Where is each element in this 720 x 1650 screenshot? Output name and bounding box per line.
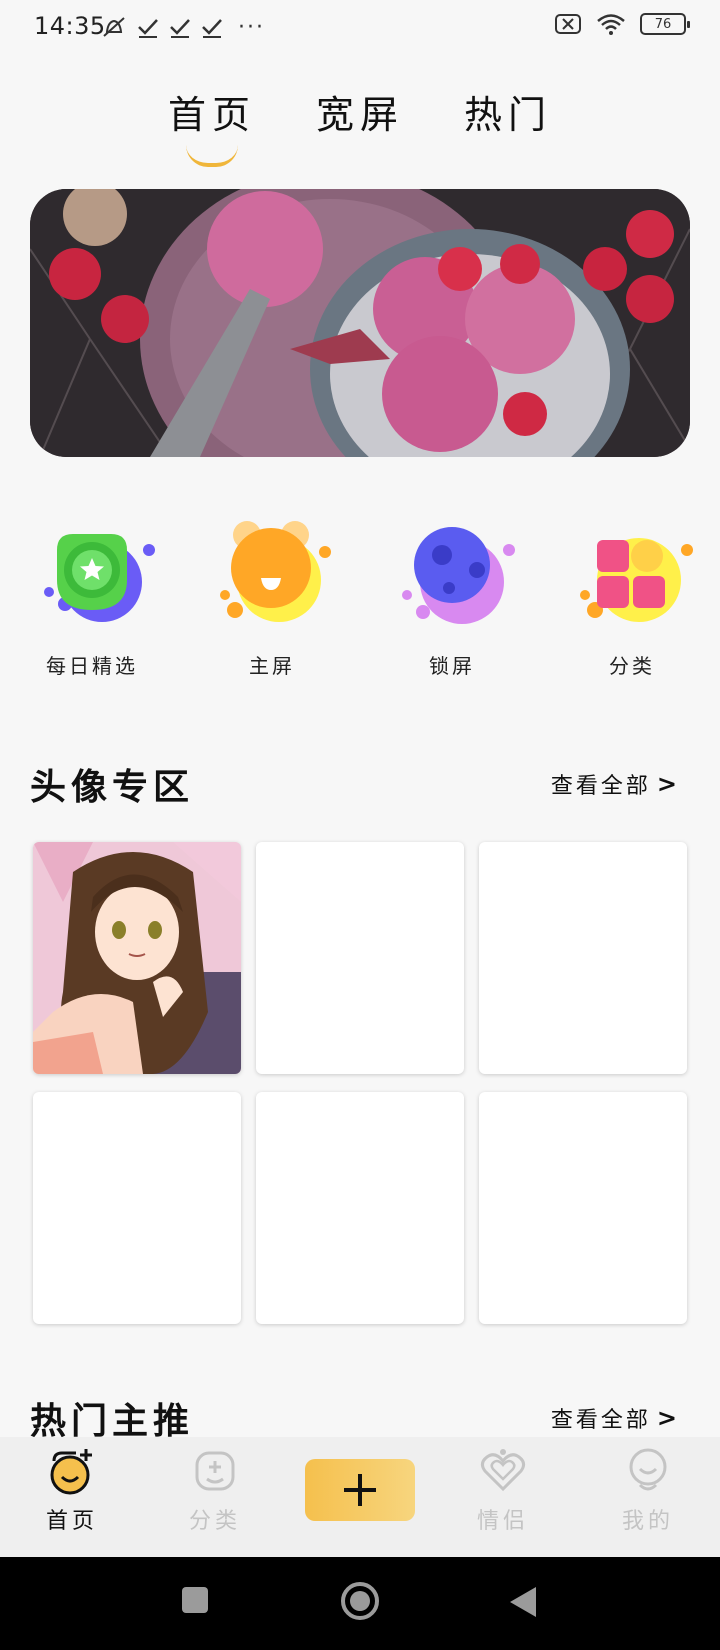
category-row: 每日精选 主屏 锁屏 分类 (0, 520, 720, 700)
avatar-thumbnail[interactable] (256, 1092, 464, 1324)
nav-label: 分类 (188, 1509, 241, 1534)
avatar-thumbnail[interactable] (256, 842, 464, 1074)
nav-home[interactable]: 首页 (12, 1447, 132, 1535)
smiley-bear-icon (220, 521, 331, 622)
category-label: 分类 (609, 654, 655, 678)
star-badge-icon (44, 534, 155, 622)
section-title: 头像专区 (30, 767, 195, 808)
avatar-thumbnail[interactable] (479, 1092, 687, 1324)
view-all-label: 查看全部 (550, 1408, 651, 1433)
mute-bell-icon (103, 17, 125, 37)
battery-indicator: 76 (640, 13, 690, 35)
status-bar: 14:35 ··· 76 (0, 0, 720, 56)
more-notifications: ··· (238, 14, 265, 40)
view-all-label: 查看全部 (550, 774, 651, 799)
smiley-plus-icon (50, 1449, 92, 1495)
system-nav-bar (0, 1557, 720, 1650)
recent-apps-button[interactable] (180, 1585, 210, 1615)
plus-icon (344, 1474, 376, 1506)
nav-label: 情侣 (476, 1509, 529, 1534)
category-label: 主屏 (249, 654, 295, 678)
system-icons: 76 (554, 12, 690, 36)
category-lock-screen[interactable]: 锁屏 (377, 520, 527, 679)
category-classify[interactable]: 分类 (557, 520, 707, 679)
top-tabs: 首页 宽屏 热门 (0, 84, 720, 167)
chevron-right-icon: > (656, 1404, 680, 1432)
avatar-thumbnail[interactable] (33, 1092, 241, 1324)
category-label: 锁屏 (429, 654, 475, 678)
grid-blocks-icon (580, 538, 693, 622)
home-button[interactable] (340, 1581, 380, 1621)
check-icon (202, 19, 222, 38)
avatar-grid (33, 842, 687, 1324)
no-sim-icon (555, 14, 581, 34)
avatar-section-header: 头像专区 查看全部 > (30, 758, 680, 810)
chevron-right-icon: > (656, 770, 680, 798)
tab-widescreen[interactable]: 宽屏 (316, 84, 404, 139)
banner-image[interactable] (30, 189, 690, 457)
category-label: 每日精选 (46, 654, 138, 678)
nav-classify[interactable]: 分类 (155, 1447, 275, 1535)
view-all-link[interactable]: 查看全部 > (551, 768, 680, 800)
notification-icons: ··· (100, 14, 265, 40)
bottom-nav: 首页 分类 情侣 我的 (0, 1437, 720, 1557)
add-button[interactable] (305, 1459, 415, 1521)
check-icon (170, 19, 190, 38)
category-home-screen[interactable]: 主屏 (197, 520, 347, 679)
planet-icon (402, 527, 515, 624)
profile-face-icon (629, 1448, 667, 1491)
avatar-thumbnail[interactable] (33, 842, 241, 1074)
category-daily-picks[interactable]: 每日精选 (17, 520, 167, 679)
tab-home[interactable]: 首页 (168, 84, 256, 167)
back-button[interactable] (508, 1585, 538, 1619)
check-icon (138, 19, 158, 38)
classify-icon (195, 1451, 235, 1491)
status-time: 14:35 (34, 12, 106, 40)
heart-icon (480, 1449, 526, 1492)
avatar-thumbnail[interactable] (479, 842, 687, 1074)
tab-popular[interactable]: 热门 (464, 84, 552, 139)
view-all-link[interactable]: 查看全部 > (551, 1402, 680, 1434)
nav-couple[interactable]: 情侣 (443, 1447, 563, 1535)
nav-label: 我的 (621, 1509, 674, 1534)
nav-mine[interactable]: 我的 (588, 1447, 708, 1535)
nav-label: 首页 (45, 1509, 98, 1534)
wifi-icon (597, 14, 625, 35)
